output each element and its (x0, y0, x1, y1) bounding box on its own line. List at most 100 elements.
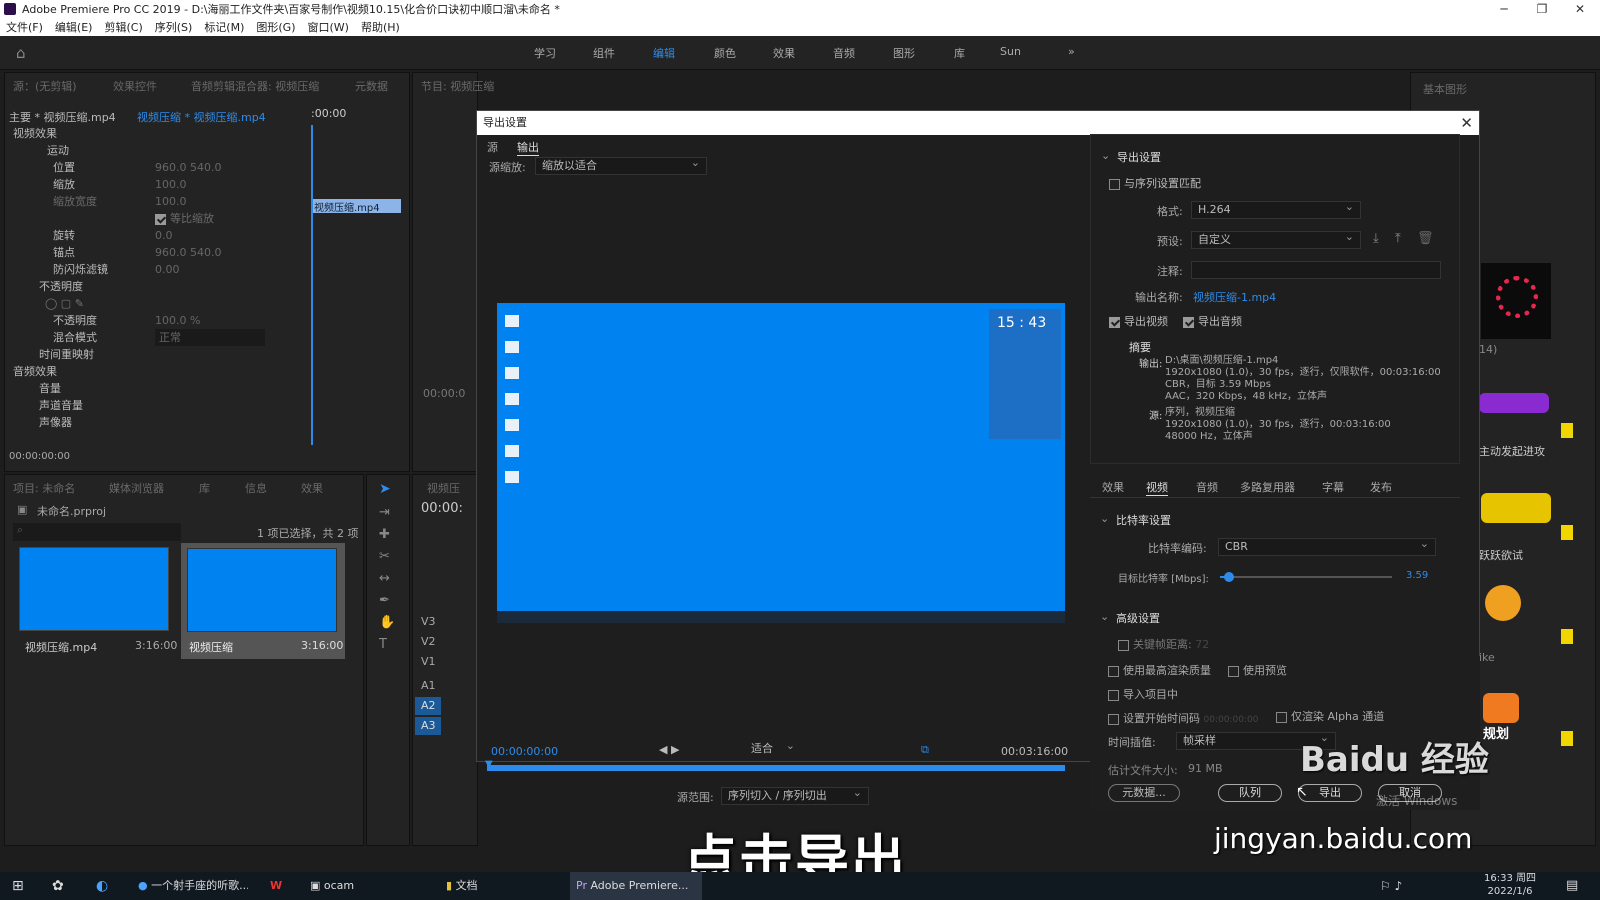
save-preset-icon[interactable]: ⤓ (1373, 231, 1379, 246)
workspace-sun[interactable]: Sun (1000, 45, 1021, 58)
home-icon[interactable]: ⌂ (16, 44, 26, 62)
export-settings-header[interactable]: 导出设置 (1117, 149, 1161, 165)
bitrate-encoding-select[interactable]: CBR (1218, 536, 1436, 556)
rotation-value[interactable]: 0.0 (155, 227, 173, 244)
import-project-checkbox[interactable]: 导入项目中 (1108, 686, 1178, 702)
start-timecode-checkbox[interactable]: 设置开始时间码 00:00:00:00 (1108, 710, 1258, 726)
tab-info[interactable]: 信息 (245, 480, 267, 496)
essential-graphics-tab[interactable]: 基本图形 (1423, 81, 1467, 97)
taskbar-item-docs[interactable]: ▮ 文档 (446, 872, 478, 900)
format-select[interactable]: H.264 (1191, 199, 1361, 219)
advanced-header[interactable]: 高级设置 (1116, 610, 1160, 626)
alpha-only-checkbox[interactable]: 仅渲染 Alpha 通道 (1276, 708, 1384, 724)
position-value[interactable]: 960.0 540.0 (155, 159, 221, 176)
menu-markers[interactable]: 标记(M) (204, 19, 244, 35)
project-search-input[interactable]: ⌕ (13, 523, 181, 541)
blend-mode-select[interactable]: 正常 (155, 329, 265, 346)
comment-input[interactable] (1191, 261, 1441, 279)
ec-playhead[interactable] (311, 125, 313, 445)
workspace-effects[interactable]: 效果 (773, 45, 795, 61)
track-select-tool-icon[interactable]: ⇥ (379, 505, 390, 520)
browser-icon[interactable]: ◐ (96, 872, 108, 900)
use-preview-checkbox[interactable]: 使用预览 (1228, 662, 1287, 678)
tab-libraries[interactable]: 库 (199, 480, 210, 496)
keyframe-distance-checkbox[interactable]: 关键帧距离: 72 (1118, 636, 1209, 652)
menu-edit[interactable]: 编辑(E) (55, 19, 93, 35)
workspace-graphics[interactable]: 图形 (893, 45, 915, 61)
taskbar-item-music[interactable]: ● 一个射手座的听歌... (138, 872, 248, 900)
opacity-group-label[interactable]: 不透明度 (39, 278, 83, 295)
anchor-value[interactable]: 960.0 540.0 (155, 244, 221, 261)
taskbar-clock[interactable]: 16:33 周四 2022/1/6 (1484, 872, 1536, 900)
workspace-audio[interactable]: 音频 (833, 45, 855, 61)
uniform-scale-checkbox[interactable]: 等比缩放 (155, 210, 214, 227)
range-bar[interactable] (487, 765, 1065, 771)
tab-captions-settings[interactable]: 字幕 (1322, 479, 1344, 495)
track-v2[interactable]: V2 (421, 635, 436, 648)
project-item-selected[interactable]: 视频压缩 3:16:00 (181, 543, 345, 659)
mask-tools-icon[interactable]: ◯ ▢ ✎ (45, 295, 84, 312)
anti-flicker-value[interactable]: 0.00 (155, 261, 180, 278)
playhead-icon[interactable]: ▼ (485, 759, 493, 770)
restore-button[interactable]: ❐ (1522, 0, 1562, 18)
menu-clip[interactable]: 剪辑(C) (104, 19, 142, 35)
ec-clip-bar[interactable]: 视频压缩.mp4 (311, 199, 401, 214)
chevron-down-icon[interactable]: ⌄ (1100, 610, 1109, 623)
tab-project[interactable]: 项目: 未命名 (13, 480, 75, 496)
more-workspaces-icon[interactable]: » (1068, 45, 1075, 58)
selection-tool-icon[interactable]: ➤ (379, 481, 391, 497)
bitrate-header[interactable]: 比特率设置 (1116, 512, 1171, 528)
tab-effect-controls[interactable]: 效果控件 (113, 78, 157, 94)
sticker-eager[interactable] (1481, 493, 1551, 523)
track-a1[interactable]: A1 (421, 679, 436, 692)
slider-knob[interactable] (1223, 572, 1234, 582)
tab-effects-settings[interactable]: 效果 (1102, 479, 1124, 495)
taskbar-item-premiere[interactable]: Pr Adobe Premiere... (570, 872, 702, 900)
track-v1[interactable]: V1 (421, 655, 436, 668)
track-a3[interactable]: A3 (415, 717, 441, 735)
scale-value[interactable]: 100.0 (155, 176, 187, 193)
menu-file[interactable]: 文件(F) (6, 19, 43, 35)
workspace-color[interactable]: 颜色 (714, 45, 736, 61)
track-v3[interactable]: V3 (421, 615, 436, 628)
export-audio-checkbox[interactable]: 导出音频 (1183, 313, 1242, 329)
panner-label[interactable]: 声像器 (39, 414, 72, 431)
loading-ring-thumbnail[interactable] (1481, 263, 1551, 339)
wps-icon[interactable]: W (270, 872, 282, 900)
workspace-learning[interactable]: 学习 (534, 45, 556, 61)
tab-audio-mixer[interactable]: 音频剪辑混合器: 视频压缩 (191, 78, 319, 94)
menu-sequence[interactable]: 序列(S) (155, 19, 193, 35)
preset-select[interactable]: 自定义 (1191, 229, 1361, 249)
app-icon[interactable]: ✿ (52, 872, 64, 900)
match-sequence-checkbox[interactable]: 与序列设置匹配 (1109, 175, 1201, 191)
track-a2[interactable]: A2 (415, 697, 441, 715)
workspace-libraries[interactable]: 库 (954, 45, 965, 61)
close-window-button[interactable]: ✕ (1560, 0, 1600, 18)
opacity-value[interactable]: 100.0 % (155, 312, 200, 329)
menu-window[interactable]: 窗口(W) (308, 19, 349, 35)
tab-effects[interactable]: 效果 (301, 480, 323, 496)
target-bitrate-slider[interactable] (1220, 572, 1392, 582)
menu-graphics[interactable]: 图形(G) (256, 19, 295, 35)
sequence-clip-label[interactable]: 视频压缩 * 视频压缩.mp4 (137, 109, 266, 125)
tab-publish-settings[interactable]: 发布 (1370, 479, 1392, 495)
import-preset-icon[interactable]: ⤒ (1395, 231, 1401, 246)
max-render-checkbox[interactable]: 使用最高渲染质量 (1108, 662, 1211, 678)
slip-tool-icon[interactable]: ↔ (379, 571, 390, 586)
windows-start-icon[interactable]: ⊞ (12, 872, 24, 900)
timeline-tab[interactable]: 视频压 (427, 480, 460, 496)
tab-multiplexer-settings[interactable]: 多路复用器 (1240, 479, 1295, 495)
tab-audio-settings[interactable]: 音频 (1196, 479, 1218, 495)
master-clip-label[interactable]: 主要 * 视频压缩.mp4 (9, 109, 116, 125)
motion-label[interactable]: 运动 (47, 142, 69, 159)
tab-video-settings[interactable]: 视频 (1146, 479, 1168, 496)
hand-tool-icon[interactable]: ✋ (379, 615, 395, 630)
tab-source-preview[interactable]: 源 (487, 139, 498, 155)
scale-width-value[interactable]: 100.0 (155, 193, 187, 210)
source-range-select[interactable]: 序列切入 / 序列切出 (721, 785, 869, 805)
pen-tool-icon[interactable]: ✒ (379, 593, 390, 608)
in-timecode[interactable]: 00:00:00:00 (491, 745, 558, 758)
workspace-assembly[interactable]: 组件 (593, 45, 615, 61)
metadata-button[interactable]: 元数据... (1108, 784, 1180, 802)
chevron-down-icon[interactable]: ⌄ (1100, 512, 1109, 525)
